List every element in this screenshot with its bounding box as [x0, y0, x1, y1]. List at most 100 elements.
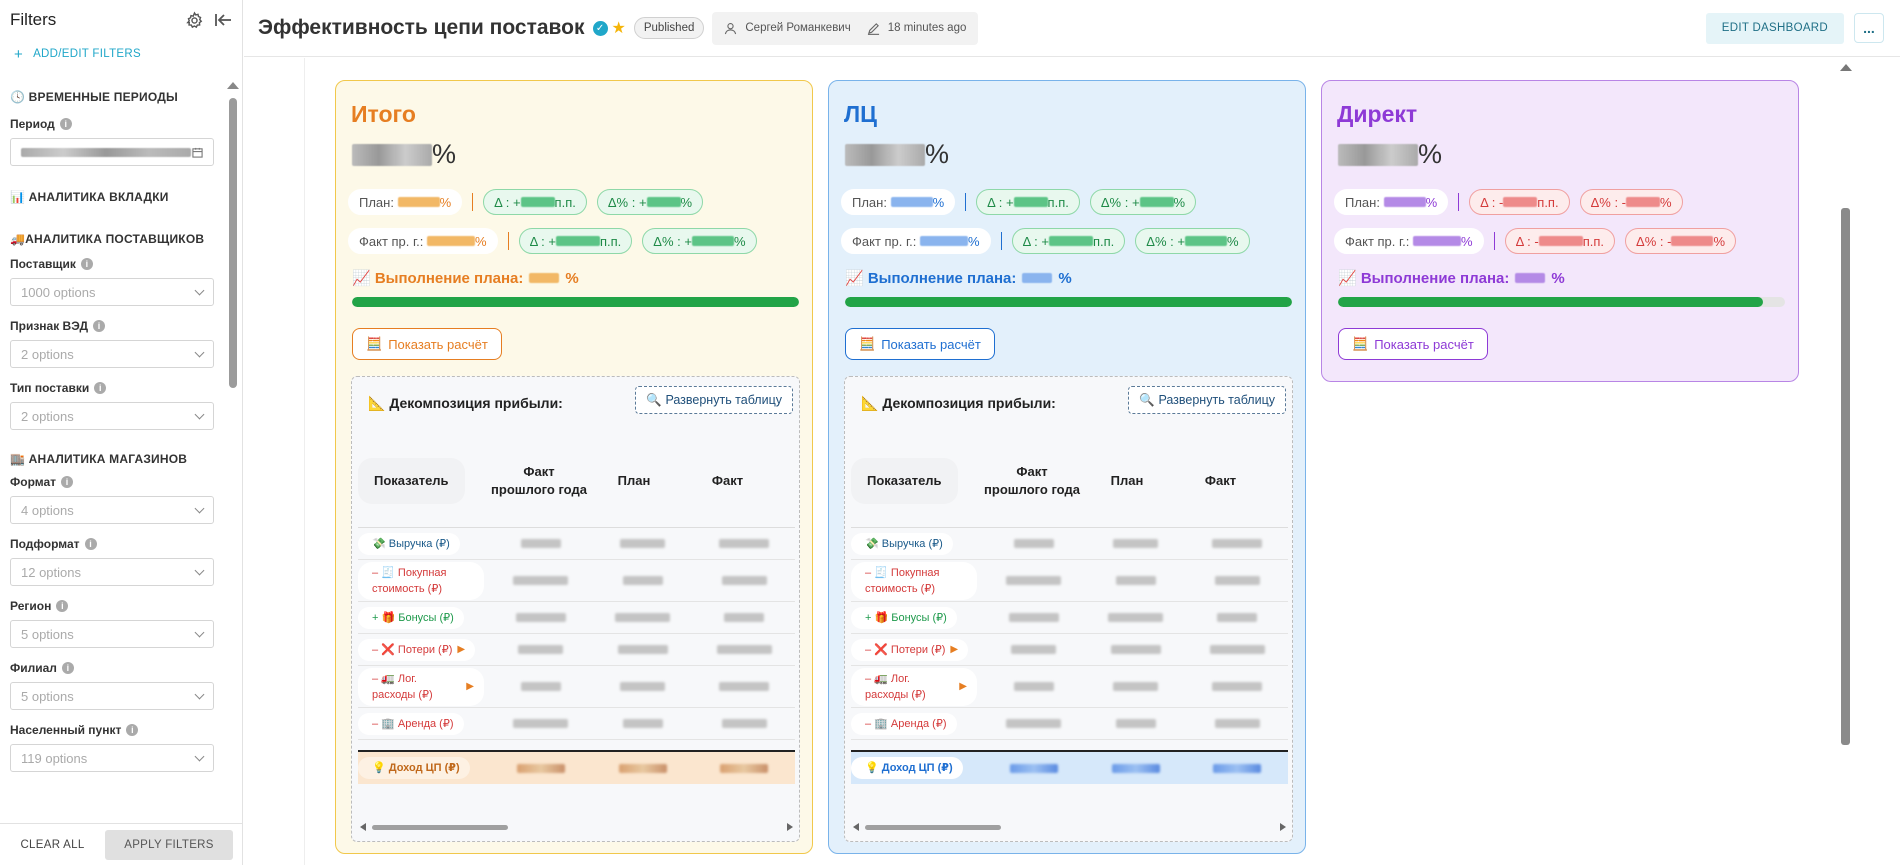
- info-icon[interactable]: i: [61, 662, 74, 674]
- clear-all-button[interactable]: CLEAR ALL: [10, 830, 95, 860]
- redacted-value: [1110, 645, 1161, 654]
- branch-label: Филиал: [10, 661, 57, 675]
- table-row: – 🏢 Аренда (₽): [358, 708, 795, 740]
- info-icon[interactable]: i: [126, 724, 139, 736]
- table-cell: [693, 576, 795, 585]
- expand-table-button[interactable]: 🔍 Развернуть таблицу: [1128, 386, 1286, 414]
- table-hscrollbar[interactable]: [851, 821, 1288, 833]
- info-icon[interactable]: i: [80, 258, 93, 270]
- edit-dashboard-button[interactable]: EDIT DASHBOARD: [1705, 12, 1844, 44]
- redacted-value: [617, 645, 668, 654]
- apply-filters-button[interactable]: APPLY FILTERS: [105, 829, 233, 860]
- collapse-sidebar-icon[interactable]: [214, 12, 232, 28]
- scrollbar-thumb[interactable]: [1841, 208, 1850, 745]
- owner-meta: Сергей Романкевич 18 minutes ago: [712, 11, 979, 45]
- decomposition-table: Показатель Факт прошлого года План Факт 💸 Вы…: [358, 435, 795, 784]
- delivery-select[interactable]: 2 options: [10, 402, 214, 430]
- chip-label: План:: [1345, 194, 1380, 210]
- row-label-text: – 🚛 Лог. расходы (₽): [865, 672, 926, 701]
- scroll-right-arrow[interactable]: [1280, 823, 1286, 831]
- execution-value-redacted: [1022, 273, 1053, 283]
- period-date-input[interactable]: [10, 138, 214, 166]
- play-arrow-icon[interactable]: ▶: [950, 642, 958, 658]
- show-calculation-button[interactable]: 🧮 Показать расчёт: [845, 328, 995, 360]
- table-hscrollbar[interactable]: [358, 821, 795, 833]
- chip-unit: %: [439, 194, 452, 210]
- redacted-value: [620, 682, 665, 691]
- delivery-select-value: 2 options: [21, 408, 74, 424]
- supplier-select[interactable]: 1000 options: [10, 278, 214, 306]
- card-title: Директ: [1337, 101, 1418, 127]
- favorite-star-icon[interactable]: ★: [612, 18, 626, 38]
- calculator-icon: 🧮: [859, 336, 876, 351]
- expand-table-button[interactable]: 🔍 Развернуть таблицу: [635, 386, 793, 414]
- table-row: – ❌ Потери (₽) ▶: [358, 634, 795, 666]
- more-menu-button[interactable]: ...: [1854, 13, 1884, 43]
- scroll-left-arrow[interactable]: [853, 823, 859, 831]
- scrollbar-thumb[interactable]: [865, 825, 1001, 830]
- play-arrow-icon[interactable]: ▶: [959, 679, 967, 695]
- redacted-value: [719, 682, 770, 691]
- redacted-value: [1212, 539, 1263, 548]
- delta-abs-unit: п.п.: [599, 233, 622, 249]
- sidebar-title: Filters: [10, 10, 57, 29]
- scrollbar-thumb[interactable]: [229, 98, 237, 388]
- info-icon[interactable]: i: [84, 538, 97, 550]
- redacted-value: [1113, 539, 1158, 548]
- subformat-select[interactable]: 12 options: [10, 558, 214, 586]
- redacted-value: [1009, 763, 1058, 773]
- format-select-value: 4 options: [21, 502, 74, 518]
- info-icon[interactable]: i: [61, 476, 74, 488]
- scroll-up-arrow[interactable]: [1840, 64, 1852, 71]
- chevron-down-icon: [194, 347, 205, 357]
- table-cell: [490, 763, 592, 773]
- content-scrollbar[interactable]: [1838, 58, 1852, 865]
- branch-select[interactable]: 5 options: [10, 682, 214, 710]
- city-select[interactable]: 119 options: [10, 744, 214, 772]
- show-calculation-button[interactable]: 🧮 Показать расчёт: [1338, 328, 1488, 360]
- play-arrow-icon[interactable]: ▶: [466, 679, 474, 695]
- sidebar-scrollbar[interactable]: [227, 80, 241, 820]
- scroll-right-arrow[interactable]: [787, 823, 793, 831]
- kpi-card-1: ЛЦ% План: % Δ : + п.п. Δ% : +% Факт пр. г.: …: [828, 80, 1306, 854]
- info-icon[interactable]: i: [93, 320, 106, 332]
- scrollbar-thumb[interactable]: [372, 825, 508, 830]
- delta-rel-label: Δ% : -: [1590, 194, 1627, 210]
- add-edit-filters-button[interactable]: + ADD/EDIT FILTERS: [0, 40, 242, 68]
- row-label: – ❌ Потери (₽) ▶: [851, 638, 983, 661]
- format-select[interactable]: 4 options: [10, 496, 214, 524]
- redacted-value: [719, 539, 770, 548]
- delta-rel-chip: Δ% : +%: [642, 228, 757, 254]
- main-value-redacted: [845, 143, 925, 166]
- chip-value-redacted: [427, 236, 476, 246]
- redacted-value: [515, 613, 566, 622]
- table-cell: [693, 682, 795, 691]
- scroll-up-arrow[interactable]: [227, 82, 239, 89]
- sidebar-body: 🕓 ВРЕМЕННЫЕ ПЕРИОДЫ Период i 📊 АНАЛИТИКА …: [0, 78, 243, 823]
- table-cell: [592, 682, 694, 691]
- row-label: – 🧾 Покупная стоимость (₽): [851, 561, 983, 600]
- delta-rel-redacted: [646, 197, 681, 207]
- show-calculation-button[interactable]: 🧮 Показать расчёт: [352, 328, 502, 360]
- delta-rel-unit: %: [733, 233, 746, 249]
- pencil-icon: [867, 22, 880, 35]
- redacted-value: [1217, 613, 1258, 622]
- play-arrow-icon[interactable]: ▶: [457, 642, 465, 658]
- region-select[interactable]: 5 options: [10, 620, 214, 648]
- ved-select[interactable]: 2 options: [10, 340, 214, 368]
- chevron-down-icon: [194, 409, 205, 419]
- modified-time: 18 minutes ago: [887, 22, 967, 34]
- subformat-select-value: 12 options: [21, 564, 81, 580]
- info-icon[interactable]: i: [59, 118, 72, 130]
- redacted-value: [724, 613, 765, 622]
- info-icon[interactable]: i: [94, 382, 107, 394]
- gear-icon[interactable]: [185, 10, 204, 30]
- section-tab-analytics: 📊 АНАЛИТИКА ВКЛАДКИ: [10, 190, 169, 204]
- chip-plan_label: План: %: [841, 189, 956, 215]
- redacted-value: [520, 539, 561, 548]
- chip-unit: %: [932, 194, 945, 210]
- scroll-left-arrow[interactable]: [360, 823, 366, 831]
- info-icon[interactable]: i: [56, 600, 69, 612]
- plan-execution-label: 📈 Выполнение плана:: [1338, 270, 1510, 287]
- dashboard-frame: Итого% План: % Δ : + п.п. Δ% : +% Факт пр. г…: [304, 58, 1864, 865]
